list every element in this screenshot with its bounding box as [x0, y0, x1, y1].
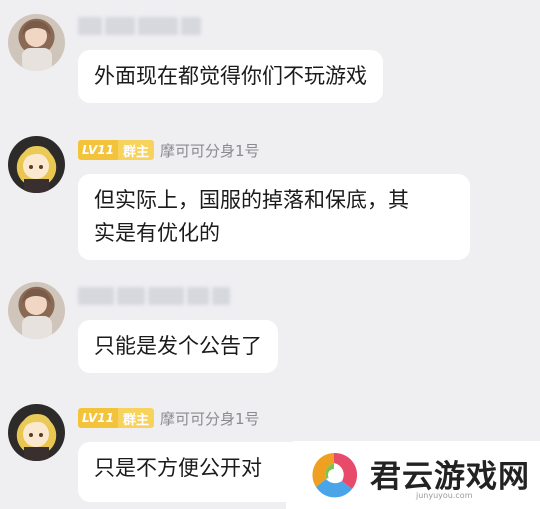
message-bubble[interactable]: 外面现在都觉得你们不玩游戏	[78, 50, 383, 103]
message-text: 只是不方便公开对	[94, 456, 262, 480]
message-bubble[interactable]: 只能是发个公告了	[78, 320, 278, 373]
level-badge: LV11 群主	[78, 408, 154, 428]
sender-name-row: LV11 群主 摩可可分身1号	[78, 406, 260, 430]
role-label: 群主	[117, 140, 154, 160]
level-label: LV11	[78, 408, 118, 428]
group-owner-avatar[interactable]	[8, 136, 65, 193]
blurred-username	[78, 17, 201, 35]
message-text: 只能是发个公告了	[94, 334, 262, 358]
user-avatar[interactable]	[8, 14, 65, 71]
user-avatar[interactable]	[8, 282, 65, 339]
message-text-line-1: 但实际上，国服的掉落和保底，其	[94, 188, 409, 212]
watermark-brand: 君云游戏网	[370, 459, 530, 495]
sender-nickname[interactable]: 摩可可分身1号	[160, 140, 260, 161]
anime-avatar-icon	[20, 414, 53, 461]
level-badge: LV11 群主	[78, 140, 154, 160]
watermark-url: junyuyou.com	[416, 491, 473, 500]
group-owner-avatar[interactable]	[8, 404, 65, 461]
role-label: 群主	[117, 408, 154, 428]
junyun-logo-icon	[312, 452, 358, 498]
sender-name-row	[78, 14, 201, 38]
avatar-photo-icon	[22, 288, 52, 339]
message-bubble[interactable]: 但实际上，国服的掉落和保底，其 实是有优化的	[78, 174, 470, 260]
level-label: LV11	[78, 140, 118, 160]
anime-avatar-icon	[20, 146, 53, 193]
message-text: 外面现在都觉得你们不玩游戏	[94, 64, 367, 88]
avatar-photo-icon	[22, 20, 52, 71]
sender-nickname[interactable]: 摩可可分身1号	[160, 408, 260, 429]
site-watermark: 君云游戏网 junyuyou.com	[286, 441, 540, 509]
sender-name-row: LV11 群主 摩可可分身1号	[78, 138, 260, 162]
blurred-username	[78, 287, 230, 305]
message-text-line-2: 实是有优化的	[94, 221, 220, 245]
sender-name-row	[78, 284, 230, 308]
